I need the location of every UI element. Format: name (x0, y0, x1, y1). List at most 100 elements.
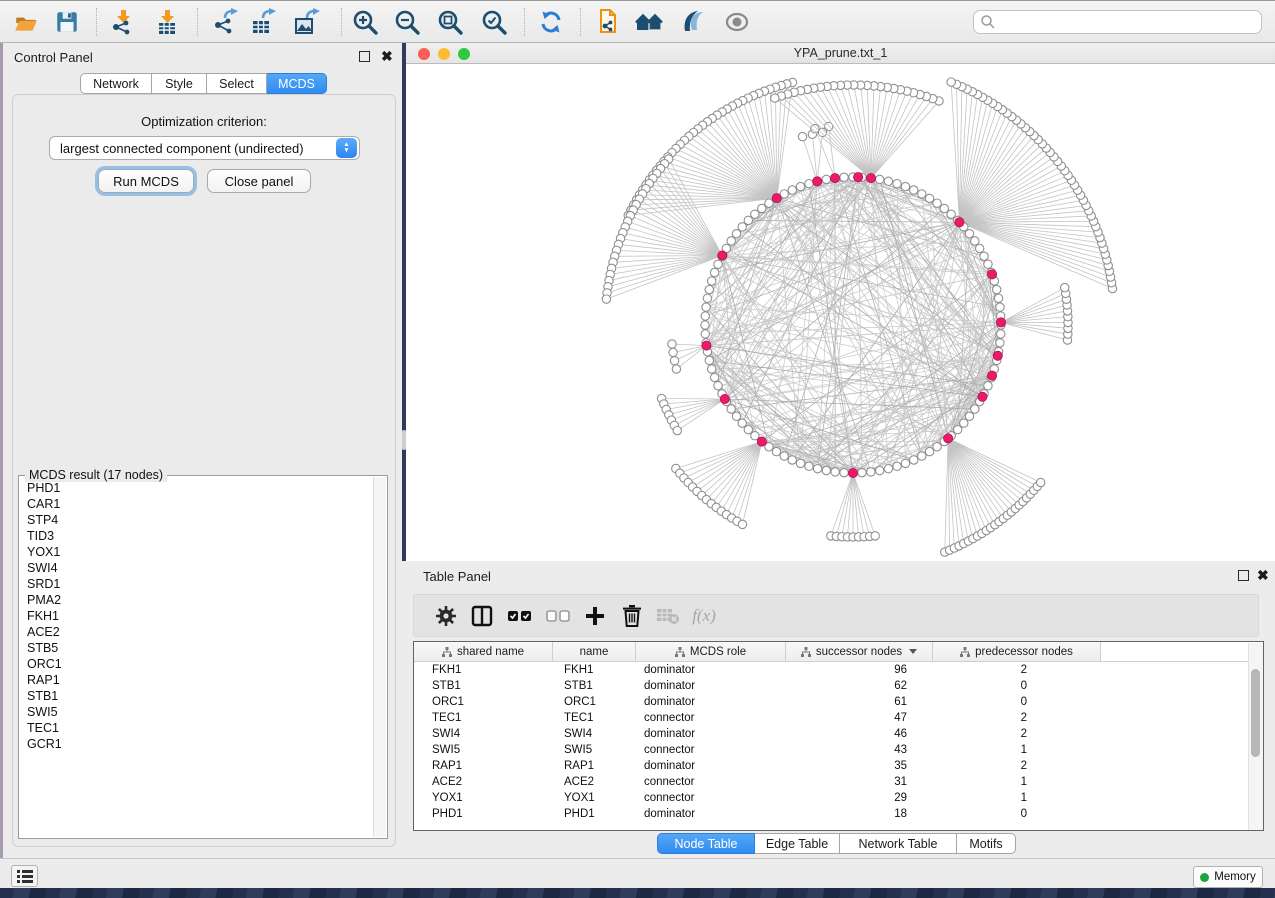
cell-shared-name: YOX1 (414, 792, 553, 804)
cell-name: SWI4 (553, 728, 636, 740)
optimization-criterion-select[interactable]: largest connected component (undirected)… (49, 136, 360, 160)
network-canvas[interactable] (406, 64, 1275, 561)
cell-shared-name: STB1 (414, 680, 553, 692)
mcds-result-item[interactable]: TID3 (19, 528, 373, 544)
tab-network-table[interactable]: Network Table (840, 833, 957, 854)
close-panel-button[interactable]: Close panel (207, 169, 311, 193)
table-scrollbar-thumb[interactable] (1251, 669, 1260, 757)
column-header-successor-nodes[interactable]: successor nodes (786, 642, 933, 661)
toolbar-separator (341, 8, 342, 36)
mcds-result-item[interactable]: YOX1 (19, 544, 373, 560)
cell-shared-name: SWI5 (414, 744, 553, 756)
refresh-icon[interactable] (533, 4, 569, 40)
save-session-icon[interactable] (49, 4, 85, 40)
mcds-result-item[interactable]: STB5 (19, 640, 373, 656)
mcds-result-item[interactable]: GCR1 (19, 736, 373, 752)
node-table: shared namenameMCDS rolesuccessor nodesp… (413, 641, 1264, 831)
zoom-in-icon[interactable] (347, 4, 383, 40)
window-close-icon[interactable] (418, 48, 430, 60)
graphics-details-icon[interactable] (675, 4, 711, 40)
table-row[interactable]: ACE2ACE2connector311 (414, 774, 1263, 790)
zoom-out-icon[interactable] (389, 4, 425, 40)
tab-motifs[interactable]: Motifs (957, 833, 1016, 854)
select-all-icon[interactable] (502, 598, 538, 634)
column-header-shared-name[interactable]: shared name (414, 642, 553, 661)
cell-MCDS-role: dominator (636, 680, 786, 692)
cell-predecessor-nodes: 0 (933, 680, 1101, 692)
column-header-MCDS-role[interactable]: MCDS role (636, 642, 786, 661)
table-row[interactable]: PHD1PHD1dominator180 (414, 806, 1263, 822)
export-image-icon[interactable] (288, 4, 324, 40)
table-row[interactable]: SWI5SWI5connector431 (414, 742, 1263, 758)
status-bar: Memory (0, 858, 1275, 888)
export-table-icon[interactable] (245, 4, 281, 40)
table-scrollbar[interactable] (1248, 643, 1263, 830)
deselect-all-icon[interactable] (540, 598, 576, 634)
network-from-selection-icon[interactable] (589, 4, 625, 40)
table-row[interactable]: TEC1TEC1connector472 (414, 710, 1263, 726)
export-network-icon[interactable] (207, 4, 243, 40)
delete-column-trash-icon[interactable] (614, 598, 650, 634)
tab-edge-table[interactable]: Edge Table (755, 833, 840, 854)
cell-successor-nodes: 43 (786, 744, 933, 756)
window-minimize-icon[interactable] (438, 48, 450, 60)
table-row[interactable]: STB1STB1dominator620 (414, 678, 1263, 694)
network-graph[interactable] (406, 64, 1275, 561)
run-mcds-button[interactable]: Run MCDS (98, 169, 194, 193)
zoom-fit-icon[interactable] (432, 4, 468, 40)
cell-successor-nodes: 31 (786, 776, 933, 788)
table-settings-gear-icon[interactable] (428, 598, 464, 634)
tab-mcds[interactable]: MCDS (267, 73, 327, 94)
window-zoom-icon[interactable] (458, 48, 470, 60)
search-input[interactable] (996, 14, 1261, 30)
table-row[interactable]: FKH1FKH1dominator962 (414, 662, 1263, 678)
mcds-result-item[interactable]: STP4 (19, 512, 373, 528)
search-box[interactable] (973, 10, 1262, 34)
open-session-icon[interactable] (8, 4, 44, 40)
float-table-panel-icon[interactable] (1238, 570, 1249, 581)
tab-network[interactable]: Network (80, 73, 152, 94)
mcds-list-scrollbar[interactable] (373, 477, 386, 837)
mcds-result-item[interactable]: TEC1 (19, 720, 373, 736)
mcds-result-item[interactable]: STB1 (19, 688, 373, 704)
column-header-name[interactable]: name (553, 642, 636, 661)
float-panel-icon[interactable] (359, 51, 370, 62)
cell-predecessor-nodes: 0 (933, 696, 1101, 708)
mcds-result-item[interactable]: SWI4 (19, 560, 373, 576)
control-panel-title: Control Panel (14, 50, 93, 65)
create-column-icon[interactable] (577, 598, 613, 634)
import-network-icon[interactable] (105, 4, 141, 40)
mcds-result-item[interactable]: FKH1 (19, 608, 373, 624)
tab-style[interactable]: Style (152, 73, 207, 94)
mcds-result-item[interactable]: SRD1 (19, 576, 373, 592)
mcds-result-item[interactable]: SWI5 (19, 704, 373, 720)
table-row[interactable]: SWI4SWI4dominator462 (414, 726, 1263, 742)
mcds-result-item[interactable]: PMA2 (19, 592, 373, 608)
close-panel-icon[interactable]: ✖ (381, 51, 393, 62)
tab-select[interactable]: Select (207, 73, 267, 94)
table-row[interactable]: ORC1ORC1dominator610 (414, 694, 1263, 710)
task-list-icon (17, 870, 33, 883)
network-window-titlebar[interactable]: YPA_prune.txt_1 (406, 43, 1275, 64)
column-header-predecessor-nodes[interactable]: predecessor nodes (933, 642, 1101, 661)
mcds-result-item[interactable]: ACE2 (19, 624, 373, 640)
table-row[interactable]: RAP1RAP1dominator352 (414, 758, 1263, 774)
eye-icon[interactable] (719, 4, 755, 40)
mcds-result-item[interactable]: PHD1 (19, 480, 373, 496)
split-pane-handle[interactable] (402, 430, 406, 450)
mcds-result-item[interactable]: CAR1 (19, 496, 373, 512)
mcds-result-item[interactable]: ORC1 (19, 656, 373, 672)
mcds-result-item[interactable]: RAP1 (19, 672, 373, 688)
cell-shared-name: FKH1 (414, 664, 553, 676)
tab-node-table[interactable]: Node Table (657, 833, 755, 854)
zoom-selected-icon[interactable] (476, 4, 512, 40)
import-table-icon[interactable] (149, 4, 185, 40)
first-neighbors-icon[interactable] (632, 4, 668, 40)
table-row[interactable]: YOX1YOX1connector291 (414, 790, 1263, 806)
close-table-panel-icon[interactable]: ✖ (1257, 570, 1269, 581)
task-history-button[interactable] (11, 865, 38, 887)
show-column-icon[interactable] (464, 598, 500, 634)
memory-button[interactable]: Memory (1193, 866, 1263, 888)
column-header-filler (1101, 642, 1263, 661)
cell-shared-name: ORC1 (414, 696, 553, 708)
